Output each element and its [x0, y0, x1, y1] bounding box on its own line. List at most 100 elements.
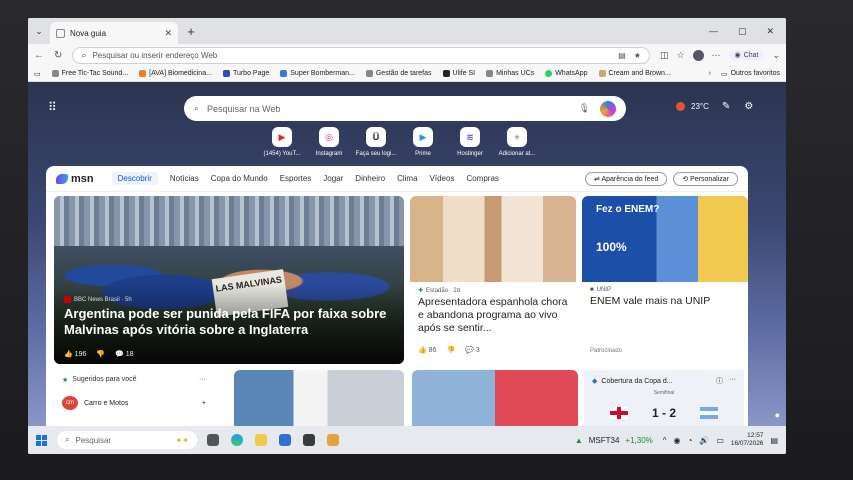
nav-tab-videos[interactable]: Vídeos [430, 174, 455, 183]
bookmark-item[interactable]: Turbo Page [222, 70, 269, 77]
quicklink[interactable]: ≋ Hostinger [452, 127, 488, 157]
wifi-icon[interactable]: ◔ [688, 436, 693, 445]
ad-card[interactable]: Fez o ENEM? 100% ■ UNIP ENEM vale mais na… [582, 196, 748, 364]
chat-button[interactable]: ◉ Chat [728, 50, 765, 60]
quicklink-label: Instagram [315, 151, 343, 157]
dislike-icon[interactable]: 👎 [96, 350, 105, 358]
article-thumbnail[interactable] [412, 370, 578, 426]
settings-gear-icon[interactable]: ⚙ [744, 101, 753, 112]
other-favorites[interactable]: ▭ Outros favoritos [721, 70, 780, 78]
more-menu-icon[interactable]: ··· [712, 50, 721, 60]
more-options-icon[interactable]: ··· [729, 376, 736, 386]
dislike-icon[interactable]: 👎 [446, 346, 455, 354]
msn-logo[interactable]: msn [56, 173, 94, 185]
quicklink[interactable]: ◎ Instagram [311, 127, 347, 157]
nav-tab-dinheiro[interactable]: Dinheiro [355, 174, 385, 183]
new-tab-button[interactable]: + [182, 24, 200, 39]
world-cup-widget[interactable]: ◆ Cobertura da Copa d... ⓘ ··· Semifinal 1 … [584, 370, 744, 426]
volume-icon[interactable]: 🔊 [699, 436, 709, 445]
nav-tab-esportes[interactable]: Esportes [280, 174, 312, 183]
feedback-icon[interactable]: ● [775, 410, 780, 420]
taskbar-search[interactable]: ⌕ Pesquisar ✦✦ [57, 431, 197, 449]
hero-source-text: BBC News Brasil · 5h [74, 296, 132, 303]
quicklink[interactable]: ▶ (1454) YouT... [263, 127, 301, 157]
reading-view-icon[interactable]: ▤ [618, 51, 626, 60]
feed-appearance-button[interactable]: ⇌ Aparência do feed [585, 171, 668, 186]
trophy-icon: ◆ [592, 378, 598, 385]
bookmark-item[interactable]: Super Bomberman... [280, 70, 355, 77]
clock[interactable]: 12:57 16/07/2026 [731, 432, 764, 448]
article-thumbnail[interactable] [234, 370, 404, 426]
tab-new-tab[interactable]: Nova guia ✕ [50, 22, 178, 44]
article-title[interactable]: Apresentadora espanhola chora e abandona… [410, 296, 576, 335]
nav-tab-noticias[interactable]: Notícias [170, 174, 199, 183]
cup-title: Cobertura da Copa d... [601, 377, 673, 385]
file-explorer-icon[interactable] [255, 434, 267, 446]
tab-actions-icon[interactable]: ⌄ [28, 20, 50, 42]
notifications-icon[interactable]: ▤ [770, 436, 778, 445]
bookmark-item[interactable]: Gestão de tarefas [365, 70, 432, 77]
bookmark-label: Free Tic-Tac Sound... [61, 70, 129, 77]
favorite-star-icon[interactable]: ★ [634, 51, 641, 60]
info-icon[interactable]: ⓘ [716, 376, 723, 386]
bookmark-item[interactable]: Free Tic-Tac Sound... [51, 70, 129, 77]
chevron-up-icon[interactable]: ^ [663, 436, 667, 445]
microphone-icon[interactable]: 🎙 [579, 103, 590, 114]
article-card[interactable]: ✚ Estadão · 2d Apresentadora espanhola ch… [410, 196, 576, 364]
bookmark-bar-icon[interactable]: ▭ [34, 70, 41, 78]
profile-avatar[interactable] [692, 49, 704, 61]
like-button[interactable]: 👍 196 [64, 350, 86, 358]
nav-tab-jogar[interactable]: Jogar [323, 174, 343, 183]
nav-tab-copa[interactable]: Copa do Mundo [211, 174, 268, 183]
comment-button[interactable]: 💬 3 [465, 346, 480, 354]
copilot-icon[interactable] [600, 100, 616, 117]
nav-tab-descobrir[interactable]: Descobrir [111, 172, 158, 185]
task-view-icon[interactable] [207, 434, 219, 446]
more-options-icon[interactable]: ··· [199, 376, 206, 384]
app-icon[interactable] [327, 434, 339, 446]
favorites-icon[interactable]: ☆ [676, 50, 684, 61]
nav-tab-compras[interactable]: Compras [466, 174, 498, 183]
nav-tab-clima[interactable]: Clima [397, 174, 417, 183]
battery-icon[interactable]: ▭ [716, 436, 724, 445]
bookmark-item[interactable]: Cream and Brown... [598, 70, 671, 77]
app-launcher-icon[interactable]: ⠿ [48, 100, 57, 114]
suggested-item[interactable]: cm Carro e Motos + [62, 396, 206, 410]
edit-pencil-icon[interactable]: ✎ [722, 101, 730, 112]
hero-title[interactable]: Argentina pode ser punida pela FIFA por … [64, 306, 398, 338]
weather-widget[interactable]: 23°C [676, 102, 709, 111]
store-icon[interactable] [279, 434, 291, 446]
maximize-icon[interactable]: ▢ [738, 26, 747, 37]
ad-percent: 100% [596, 240, 627, 254]
back-icon[interactable]: ← [34, 50, 44, 61]
quicklink[interactable]: ▶ Prime [405, 127, 441, 157]
app-icon[interactable] [303, 434, 315, 446]
personalize-button[interactable]: ⟲ Personalizar [673, 171, 738, 186]
ulife-icon: Ü [366, 127, 386, 147]
quicklink[interactable]: Ü Faça seu logi... [356, 127, 396, 157]
bookmark-item[interactable]: WhatsApp [545, 70, 588, 77]
chevron-right-icon[interactable]: › [709, 70, 711, 78]
add-icon[interactable]: + [202, 400, 206, 407]
ad-title[interactable]: ENEM vale mais na UNIP [582, 295, 748, 308]
edge-icon[interactable] [231, 434, 243, 446]
network-icon[interactable]: ◉ [674, 436, 681, 445]
quicklink[interactable]: + Adicionar at... [499, 127, 535, 157]
tab-close-icon[interactable]: ✕ [164, 28, 172, 39]
bookmark-item[interactable]: Ulife SI [442, 70, 475, 77]
comment-button[interactable]: 💬 18 [115, 350, 133, 358]
bookmark-item[interactable]: [AVA] Biomedicina... [139, 70, 212, 77]
like-button[interactable]: 👍 86 [418, 346, 436, 354]
web-search-box[interactable]: ⌕ Pesquisar na Web 🎙 [184, 96, 626, 121]
clock-time: 12:57 [747, 432, 764, 439]
minimize-icon[interactable]: — [709, 26, 718, 37]
stock-widget[interactable]: ▲ MSFT34 +1,30% [575, 436, 653, 445]
hero-article[interactable]: LAS MALVINAS BBC News Brasil · 5h Argent… [54, 196, 404, 364]
windows-start-icon[interactable] [36, 434, 47, 446]
split-screen-icon[interactable]: ◫ [660, 50, 669, 61]
close-window-icon[interactable]: ✕ [766, 26, 774, 37]
bookmark-item[interactable]: Minhas UCs [486, 70, 534, 77]
refresh-icon[interactable]: ↻ [54, 50, 62, 61]
address-input[interactable]: ⌕ Pesquisar ou inserir endereço Web ▤ ★ [72, 46, 650, 64]
sidebar-icon[interactable]: ⌄ [772, 50, 780, 61]
